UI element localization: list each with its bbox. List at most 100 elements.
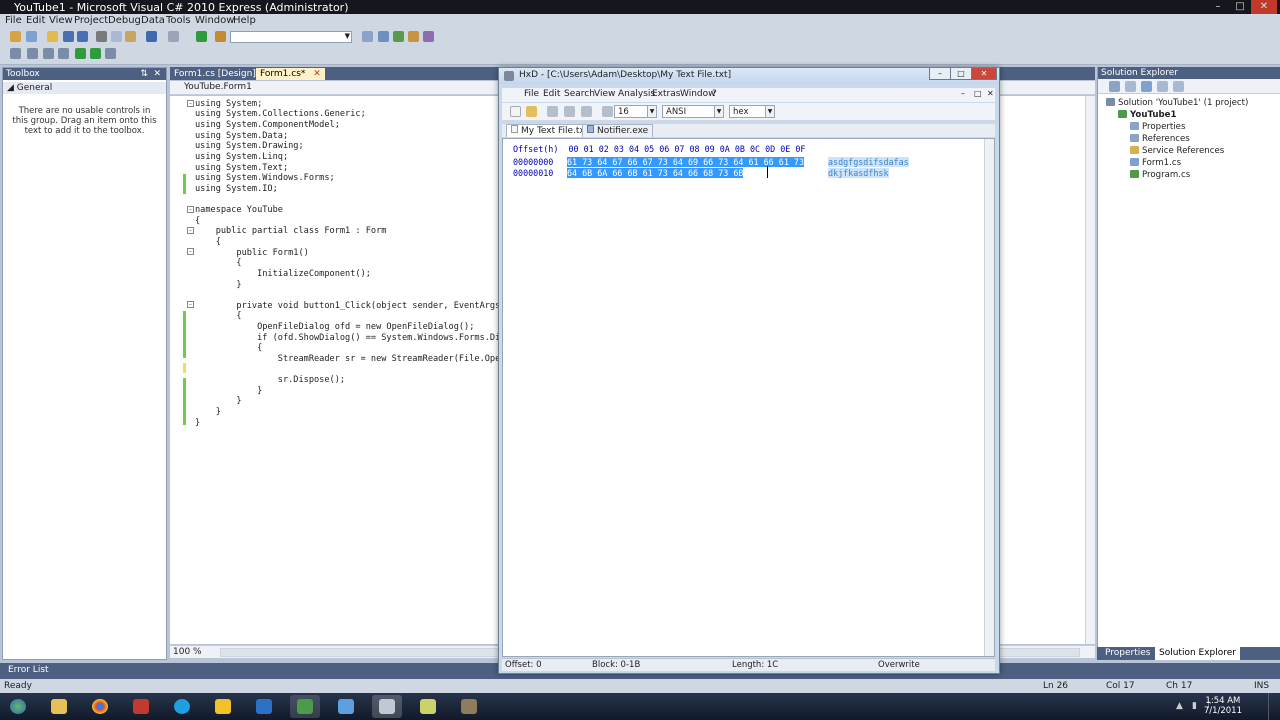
tab-form1-design[interactable]: Form1.cs [Design]*: [170, 68, 264, 80]
tree-program[interactable]: Program.cs: [1130, 170, 1190, 180]
zoom-dropdown[interactable]: 100 %: [173, 647, 202, 657]
editor-vertical-scrollbar[interactable]: [1085, 96, 1095, 644]
tree-service-references[interactable]: Service References: [1130, 146, 1224, 156]
add-item-icon[interactable]: [26, 31, 37, 42]
tab-notifier-exe[interactable]: Notifier.exe: [582, 124, 654, 137]
align-lefts-icon[interactable]: [10, 48, 21, 59]
find-in-files-icon[interactable]: [215, 31, 226, 42]
hxd-menu-search[interactable]: Search: [564, 89, 595, 99]
view-code-icon[interactable]: [1157, 81, 1168, 92]
tree-solution[interactable]: Solution 'YouTube1' (1 project): [1106, 98, 1248, 108]
row-hex-bytes[interactable]: 61 73 64 67 66 67 73 64 69 66 73 64 61 6…: [567, 157, 804, 167]
tab-my-text-file[interactable]: My Text File.txt: [506, 124, 594, 137]
menu-data[interactable]: Data: [141, 15, 165, 26]
object-browser-icon[interactable]: [393, 31, 404, 42]
start-button[interactable]: [3, 695, 33, 718]
row-ascii[interactable]: asdgfgsdifsdafas: [828, 157, 909, 167]
comment-icon[interactable]: [105, 48, 116, 59]
hxd-menu-help[interactable]: ?: [712, 89, 717, 99]
menu-project[interactable]: Project: [74, 15, 108, 26]
charset-combo[interactable]: ANSI ▼: [662, 105, 724, 118]
hxd-menu-window[interactable]: Window: [680, 89, 716, 99]
tab-solution-explorer[interactable]: Solution Explorer: [1155, 647, 1240, 660]
taskbar-media[interactable]: [126, 695, 156, 718]
taskbar-archive[interactable]: [454, 695, 484, 718]
solution-config-combo[interactable]: ▼: [230, 31, 352, 43]
menu-view[interactable]: View: [49, 15, 73, 26]
view-designer-icon[interactable]: [1173, 81, 1184, 92]
network-icon[interactable]: ▮: [1192, 701, 1197, 711]
menu-file[interactable]: File: [5, 15, 22, 26]
align-centers-icon[interactable]: [27, 48, 38, 59]
class-dropdown[interactable]: YouTube.Form1: [184, 82, 252, 92]
solution-explorer-icon[interactable]: [362, 31, 373, 42]
menu-help[interactable]: Help: [233, 15, 256, 26]
menu-debug[interactable]: Debug: [108, 15, 141, 26]
menu-window[interactable]: Window: [195, 15, 234, 26]
redo-icon[interactable]: [168, 31, 179, 42]
cut-icon[interactable]: [96, 31, 107, 42]
paste-icon[interactable]: [125, 31, 136, 42]
taskbar-skype[interactable]: [167, 695, 197, 718]
hxd-close-button[interactable]: ✕: [971, 68, 997, 80]
show-desktop-button[interactable]: [1268, 693, 1280, 720]
align-tops-icon[interactable]: [58, 48, 69, 59]
error-list-tab[interactable]: Error List: [8, 665, 49, 675]
row-hex-bytes[interactable]: 64 6B 6A 66 6B 61 73 64 66 68 73 6B: [567, 168, 744, 178]
hxd-menu-edit[interactable]: Edit: [543, 89, 560, 99]
refresh-icon[interactable]: [1141, 81, 1152, 92]
save-all-icon[interactable]: [77, 31, 88, 42]
save-icon[interactable]: [63, 31, 74, 42]
taskbar-aim[interactable]: [208, 695, 238, 718]
hxd-minimize-button[interactable]: –: [929, 68, 951, 80]
indent-icon[interactable]: [75, 48, 86, 59]
bytes-per-row-combo[interactable]: 16 ▼: [614, 105, 657, 118]
taskbar-notepad[interactable]: [413, 695, 443, 718]
fold-toggle-icon[interactable]: –: [187, 248, 194, 255]
minimize-button[interactable]: –: [1207, 0, 1229, 14]
tree-properties[interactable]: Properties: [1130, 122, 1185, 132]
show-all-files-icon[interactable]: [1125, 81, 1136, 92]
menu-edit[interactable]: Edit: [26, 15, 45, 26]
fold-toggle-icon[interactable]: –: [187, 227, 194, 234]
tab-properties[interactable]: Properties: [1101, 647, 1154, 660]
hxd-maximize-button[interactable]: □: [950, 68, 972, 80]
clock[interactable]: 1:54 AM 7/1/2011: [1204, 696, 1242, 716]
properties-window-icon[interactable]: [378, 31, 389, 42]
taskbar-explorer[interactable]: [44, 695, 74, 718]
mdi-minimize-icon[interactable]: –: [961, 89, 965, 98]
fold-toggle-icon[interactable]: –: [187, 301, 194, 308]
tree-project[interactable]: YouTube1: [1118, 110, 1176, 120]
hxd-menu-extras[interactable]: Extras: [652, 89, 680, 99]
hex-editor-area[interactable]: Offset(h) 00 01 02 03 04 05 06 07 08 09 …: [502, 138, 995, 657]
start-debugging-icon[interactable]: [196, 31, 207, 42]
close-button[interactable]: ✕: [1251, 0, 1277, 14]
copy-icon[interactable]: [111, 31, 122, 42]
extension-manager-icon[interactable]: [423, 31, 434, 42]
fold-toggle-icon[interactable]: –: [187, 206, 194, 213]
save-icon[interactable]: [547, 106, 558, 117]
taskbar-app[interactable]: [331, 695, 361, 718]
hex-vertical-scrollbar[interactable]: [984, 139, 994, 656]
maximize-button[interactable]: □: [1229, 0, 1251, 14]
close-icon[interactable]: ✕: [153, 68, 161, 80]
properties-icon[interactable]: [1109, 81, 1120, 92]
taskbar-visual-csharp[interactable]: [290, 695, 320, 718]
pin-icon[interactable]: ⇅: [140, 68, 148, 80]
fold-toggle-icon[interactable]: –: [187, 100, 194, 107]
outdent-icon[interactable]: [90, 48, 101, 59]
display-mode-combo[interactable]: hex ▼: [729, 105, 775, 118]
tree-references[interactable]: References: [1130, 134, 1190, 144]
taskbar-hxd[interactable]: [372, 695, 402, 718]
sector-icon[interactable]: [581, 106, 592, 117]
toolbox-icon[interactable]: [408, 31, 419, 42]
print-icon[interactable]: [564, 106, 575, 117]
tree-form1[interactable]: Form1.cs: [1130, 158, 1181, 168]
toolbox-group[interactable]: ◢ General: [3, 82, 166, 94]
hxd-menu-view[interactable]: View: [594, 89, 615, 99]
hxd-menu-file[interactable]: File: [524, 89, 539, 99]
taskbar-teamviewer[interactable]: [249, 695, 279, 718]
tab-form1-code[interactable]: Form1.cs* ✕: [256, 68, 325, 80]
row-ascii[interactable]: dkjfkasdfhsk: [828, 168, 889, 178]
open-file-icon[interactable]: [47, 31, 58, 42]
